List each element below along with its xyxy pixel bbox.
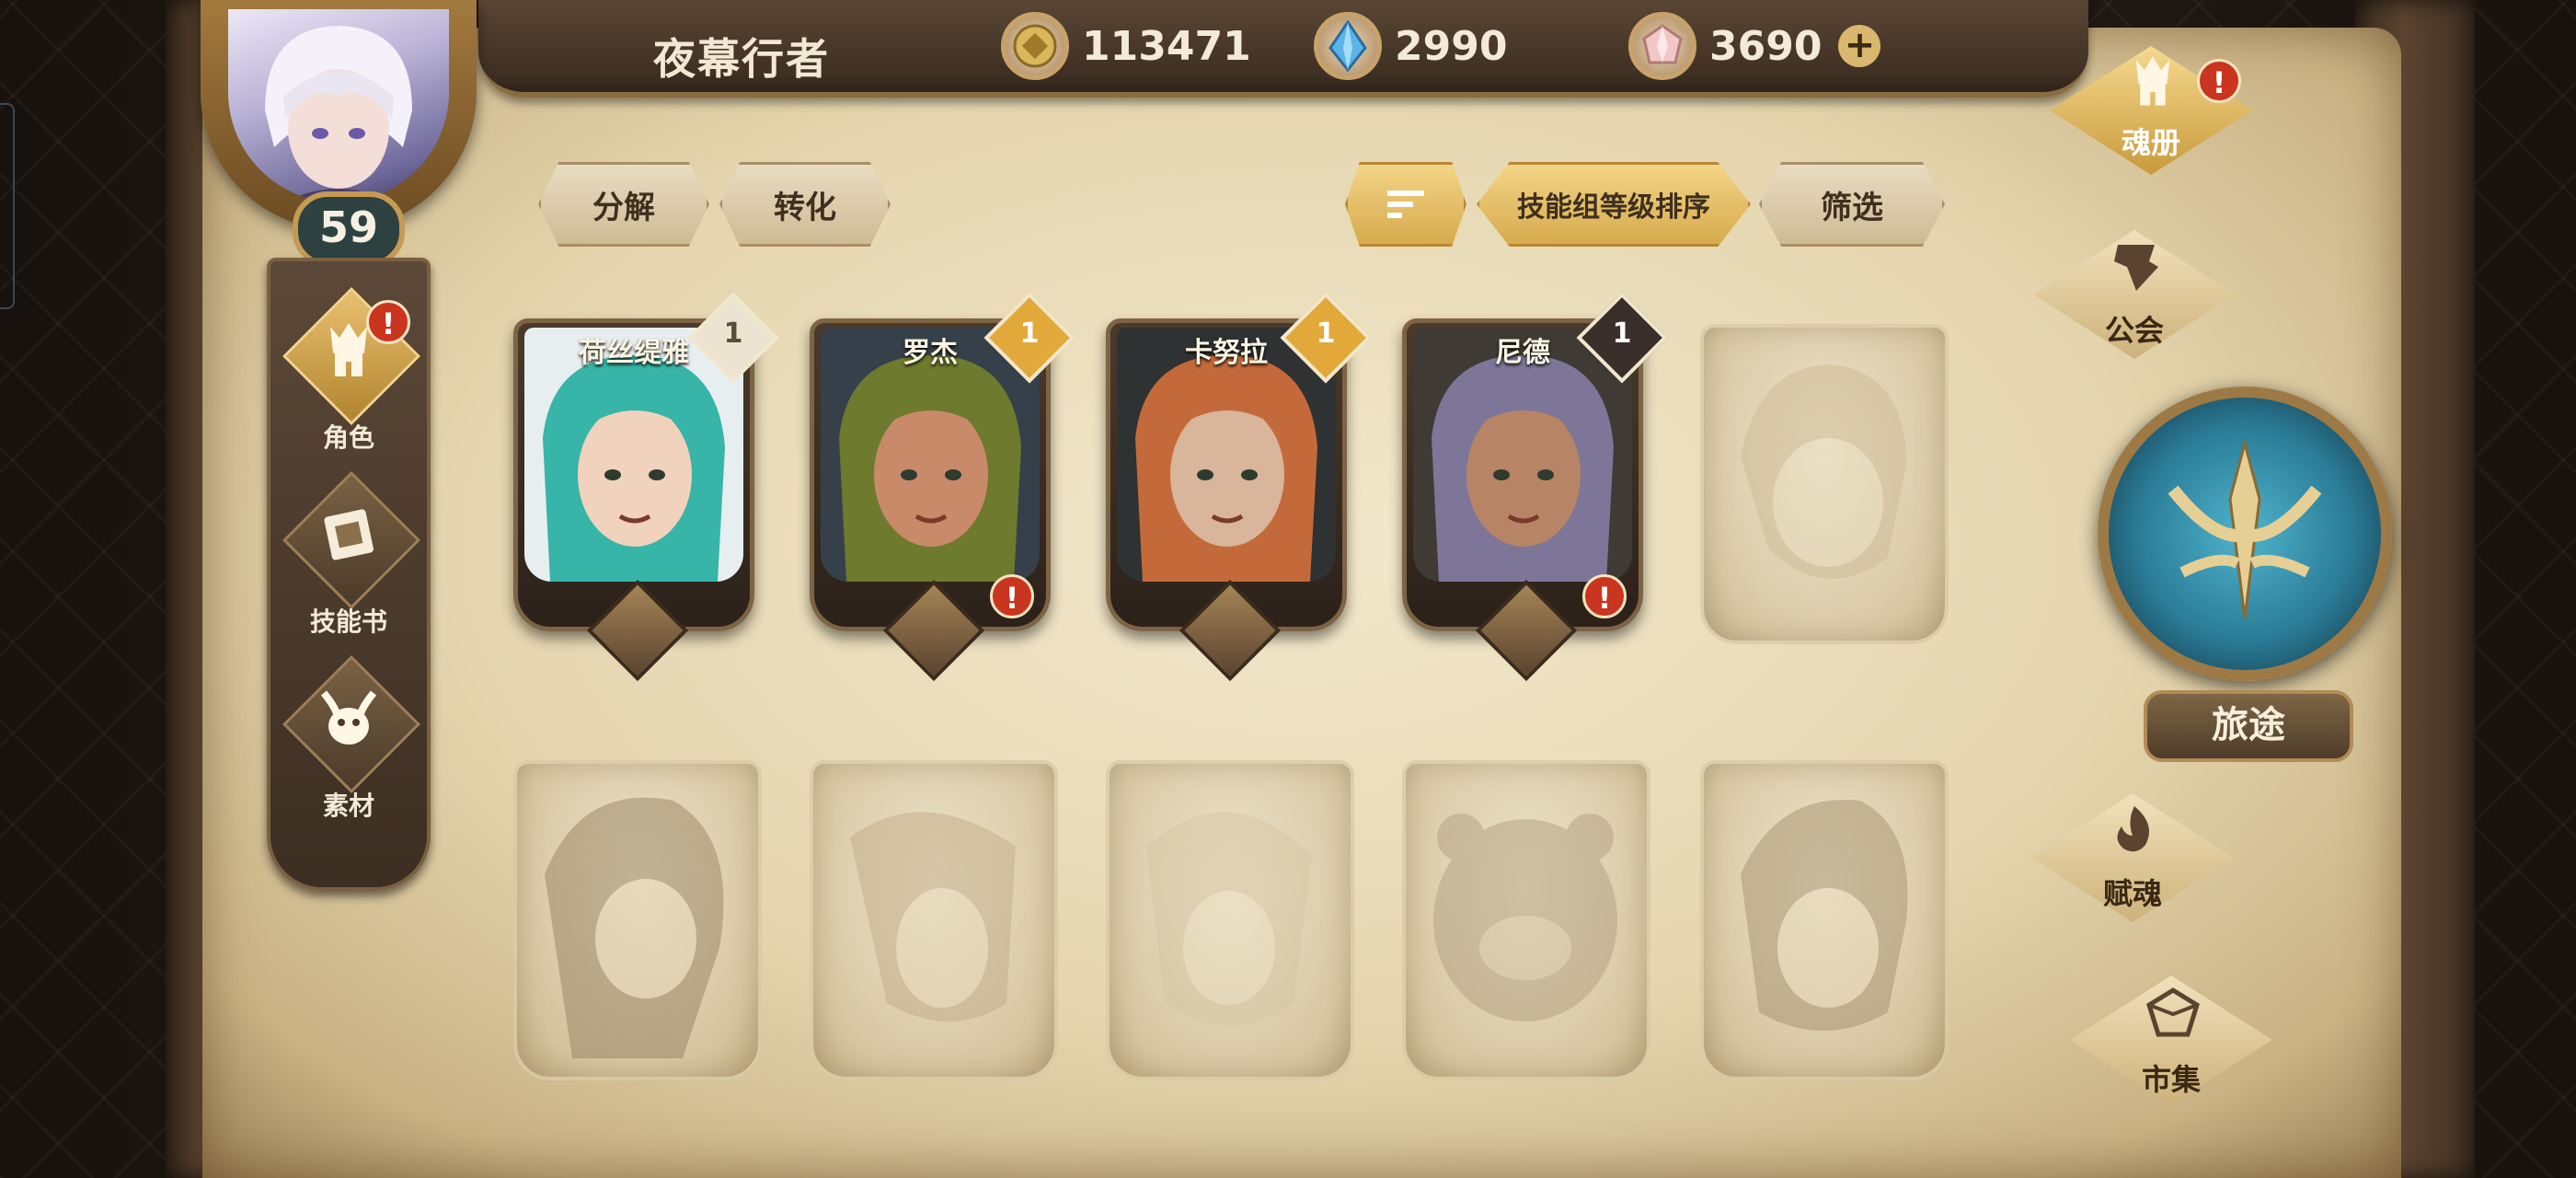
- market-gem-icon: [2146, 987, 2200, 1037]
- rank-number: 1: [723, 318, 743, 350]
- alert-badge: !: [990, 574, 1034, 618]
- locked-character-card[interactable]: [1700, 324, 1949, 644]
- alert-badge: !: [2197, 59, 2241, 103]
- soul-book-label: 魂册: [2121, 125, 2180, 160]
- locked-character-card[interactable]: [1402, 760, 1650, 1080]
- decompose-button[interactable]: 分解: [538, 162, 709, 247]
- nav-item-skill-book[interactable]: 技能书: [270, 471, 427, 648]
- character-card[interactable]: 罗杰 1 !: [810, 292, 1075, 682]
- edge-tab: [0, 103, 15, 309]
- left-nav: 角色 ! 技能书 素材: [267, 258, 431, 891]
- guild-banner-icon: [2114, 245, 2158, 291]
- character-card[interactable]: 荷丝缇雅 1: [513, 292, 779, 682]
- sort-lines-icon: [1387, 191, 1424, 218]
- sort-skill-level-button[interactable]: 技能组等级排序: [1477, 162, 1751, 247]
- gold-amount: 113471: [1082, 22, 1251, 70]
- gem-amount: 3690: [1709, 22, 1823, 70]
- character-card[interactable]: 卡努拉 1: [1106, 292, 1372, 682]
- skill-book-icon: [312, 497, 385, 571]
- locked-character-card[interactable]: [513, 760, 762, 1080]
- rank-number: 1: [1316, 318, 1336, 350]
- journey-button[interactable]: 旅途: [2088, 377, 2392, 782]
- journey-emblem: [2098, 387, 2392, 681]
- crystal-amount: 2990: [1395, 22, 1508, 70]
- player-name: 夜幕行者: [653, 34, 830, 84]
- alert-badge: !: [366, 300, 410, 344]
- locked-character-card[interactable]: [1700, 760, 1949, 1080]
- guild-label: 公会: [2104, 313, 2164, 348]
- guild-button[interactable]: 公会: [2033, 230, 2236, 359]
- alert-badge: !: [1582, 574, 1627, 618]
- journey-label: 旅途: [2144, 690, 2353, 762]
- journey-sword-icon: [2168, 438, 2322, 619]
- crystal-currency: 2990: [1314, 11, 1507, 81]
- soul-grant-button[interactable]: 赋魂: [2031, 793, 2234, 922]
- pink-gem-icon: [1628, 12, 1696, 80]
- soul-flame-icon: [2117, 806, 2149, 852]
- rank-number: 1: [1612, 318, 1632, 350]
- convert-button[interactable]: 转化: [719, 162, 891, 247]
- material-creature-icon: [312, 681, 385, 755]
- nav-label-skill-book: 技能书: [309, 606, 387, 637]
- rank-number: 1: [1019, 318, 1040, 350]
- player-avatar[interactable]: 59: [184, 0, 501, 267]
- locked-character-card[interactable]: [810, 760, 1058, 1080]
- soul-grant-label: 赋魂: [2102, 876, 2162, 911]
- soul-book-button[interactable]: 魂册 !: [2050, 46, 2252, 175]
- nav-item-character[interactable]: 角色 !: [270, 287, 427, 464]
- gold-currency: 113471: [1001, 11, 1251, 81]
- market-label: 市集: [2141, 1062, 2201, 1097]
- sort-order-button[interactable]: [1345, 162, 1466, 247]
- nav-item-material[interactable]: 素材: [270, 655, 427, 832]
- character-card[interactable]: 尼德 1 !: [1402, 292, 1668, 682]
- add-gems-button[interactable]: +: [1838, 25, 1881, 67]
- gold-coin-icon: [1001, 12, 1069, 80]
- locked-character-card[interactable]: [1106, 760, 1354, 1080]
- gem-currency: 3690 +: [1628, 11, 1881, 81]
- nav-label-material: 素材: [322, 791, 374, 821]
- soul-book-helmet-icon: [2135, 56, 2170, 106]
- filter-button[interactable]: 筛选: [1759, 162, 1945, 247]
- blue-crystal-icon: [1314, 12, 1382, 80]
- player-level: 59: [293, 191, 405, 267]
- nav-label-character: 角色: [322, 422, 374, 453]
- market-button[interactable]: 市集: [2070, 976, 2272, 1104]
